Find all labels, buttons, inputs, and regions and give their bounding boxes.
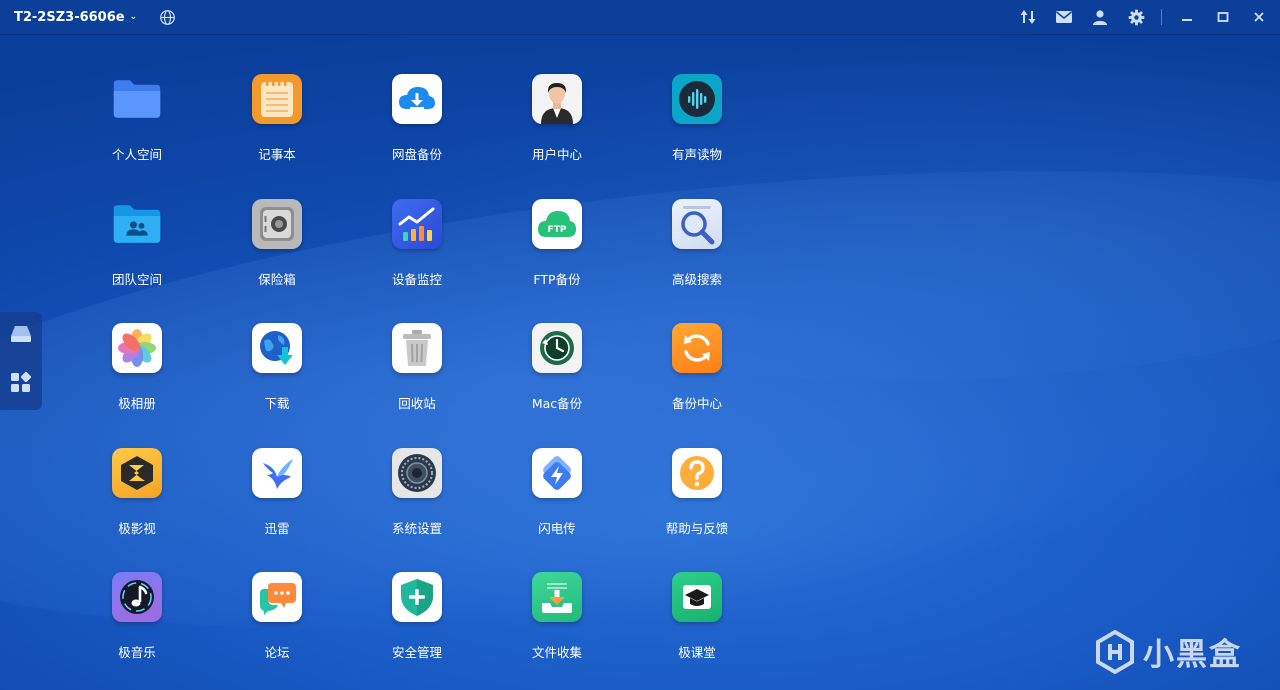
lightning-icon (532, 447, 582, 498)
heybox-logo-icon (1096, 629, 1134, 674)
app-label: 迅雷 (264, 520, 290, 536)
app-notepad[interactable]: 记事本 (207, 74, 347, 199)
svg-text:FTP: FTP (548, 225, 567, 235)
app-backup-center[interactable]: 备份中心 (627, 323, 767, 448)
app-music[interactable]: 极音乐 (67, 572, 207, 690)
app-help-feedback[interactable]: 帮助与反馈 (627, 447, 767, 573)
globe-download-icon (252, 323, 302, 373)
question-icon (672, 447, 722, 498)
chat-bubbles-icon (252, 572, 302, 622)
safe-icon (252, 198, 302, 249)
app-label: 下载 (264, 396, 290, 411)
inbox-tray-icon (532, 572, 582, 622)
app-recycle-bin[interactable]: 回收站 (347, 323, 487, 448)
app-device-monitor[interactable]: 设备监控 (347, 198, 487, 324)
app-safe[interactable]: 保险箱 (207, 198, 347, 324)
app-download[interactable]: 下载 (207, 323, 347, 448)
app-security[interactable]: 安全管理 (347, 572, 487, 690)
side-dock (0, 312, 42, 410)
app-label: 文件收集 (531, 645, 582, 660)
app-mac-backup[interactable]: Mac备份 (487, 323, 627, 448)
minimize-icon[interactable] (1176, 6, 1198, 28)
app-grid: 个人空间 记事本 网盘备份 用户中心 有声读物 团队空间 保险箱 设备监控 FT… (67, 74, 767, 690)
app-label: 帮助与反馈 (665, 520, 729, 536)
app-label: FTP备份 (533, 271, 581, 287)
app-audiobooks[interactable]: 有声读物 (627, 74, 767, 199)
app-label: 论坛 (264, 645, 290, 660)
app-thunder[interactable]: 迅雷 (207, 447, 347, 573)
app-label: 备份中心 (671, 396, 722, 411)
app-file-collection[interactable]: 文件收集 (487, 572, 627, 690)
close-icon[interactable] (1248, 6, 1270, 28)
video-logo-icon (112, 447, 162, 498)
app-personal-space[interactable]: 个人空间 (67, 74, 207, 199)
app-label: 有声读物 (671, 147, 722, 162)
app-cloud-backup[interactable]: 网盘备份 (347, 74, 487, 199)
magnifier-icon (672, 198, 722, 249)
app-label: 网盘备份 (391, 147, 442, 162)
app-label: 记事本 (258, 147, 296, 162)
app-advanced-search[interactable]: 高级搜索 (627, 198, 767, 324)
app-label: 系统设置 (391, 520, 442, 536)
user-avatar-icon (532, 74, 582, 124)
graduation-cap-icon (672, 572, 722, 622)
app-label: 设备监控 (391, 271, 442, 287)
mail-icon[interactable] (1053, 6, 1075, 28)
shield-plus-icon (392, 572, 442, 622)
desktop-window: T2-2SZ3-6606e ⌄ 个人空间 记事本 网盘备份 用户中心 有声读物 … (0, 0, 1280, 690)
titlebar-divider (1161, 9, 1162, 25)
app-system-settings[interactable]: 系统设置 (347, 447, 487, 573)
bird-icon (252, 447, 302, 498)
sync-icon (672, 323, 722, 373)
trash-icon (392, 323, 442, 373)
gear-icon[interactable] (1125, 6, 1147, 28)
app-photos[interactable]: 极相册 (67, 323, 207, 448)
notepad-icon (252, 74, 302, 124)
chart-icon (392, 198, 442, 249)
app-label: 高级搜索 (671, 271, 722, 287)
app-flash-transfer[interactable]: 闪电传 (487, 447, 627, 573)
chevron-down-icon: ⌄ (129, 12, 138, 22)
title-bar: T2-2SZ3-6606e ⌄ (0, 0, 1280, 35)
photos-flower-icon (112, 323, 162, 373)
app-label: 极课堂 (678, 645, 716, 660)
app-video[interactable]: 极影视 (67, 447, 207, 573)
app-label: 极影视 (118, 520, 156, 536)
globe-icon[interactable] (159, 9, 176, 26)
app-label: 极音乐 (118, 645, 156, 660)
audio-wave-icon (672, 74, 722, 124)
watermark: 小黑盒 (1095, 629, 1242, 674)
folder-icon (112, 74, 162, 124)
app-label: 安全管理 (391, 645, 442, 660)
transfer-icon[interactable] (1017, 6, 1039, 28)
drive-icon[interactable] (9, 324, 33, 348)
watermark-text: 小黑盒 (1143, 637, 1242, 673)
app-ftp-backup[interactable]: FTP FTP备份 (487, 198, 627, 324)
app-forum[interactable]: 论坛 (207, 572, 347, 690)
maximize-icon[interactable] (1212, 6, 1234, 28)
settings-dial-icon (392, 447, 442, 498)
cloud-download-icon (392, 74, 442, 124)
app-classroom[interactable]: 极课堂 (627, 572, 767, 690)
music-note-icon (112, 572, 162, 622)
app-label: 极相册 (118, 396, 156, 411)
ftp-cloud-icon: FTP (532, 198, 582, 249)
team-folder-icon (112, 199, 162, 249)
app-team-space[interactable]: 团队空间 (67, 199, 207, 324)
user-icon[interactable] (1089, 6, 1111, 28)
app-label: 团队空间 (111, 271, 162, 287)
time-machine-icon (532, 323, 582, 373)
app-label: 个人空间 (111, 147, 162, 162)
app-user-center[interactable]: 用户中心 (487, 74, 627, 199)
device-name: T2-2SZ3-6606e (14, 9, 125, 25)
widgets-icon[interactable] (10, 371, 32, 398)
app-label: Mac备份 (531, 396, 583, 411)
app-label: 用户中心 (531, 147, 582, 162)
app-label: 闪电传 (538, 520, 576, 536)
device-selector[interactable]: T2-2SZ3-6606e ⌄ (14, 10, 137, 25)
app-label: 回收站 (398, 396, 436, 411)
app-label: 保险箱 (258, 271, 296, 287)
